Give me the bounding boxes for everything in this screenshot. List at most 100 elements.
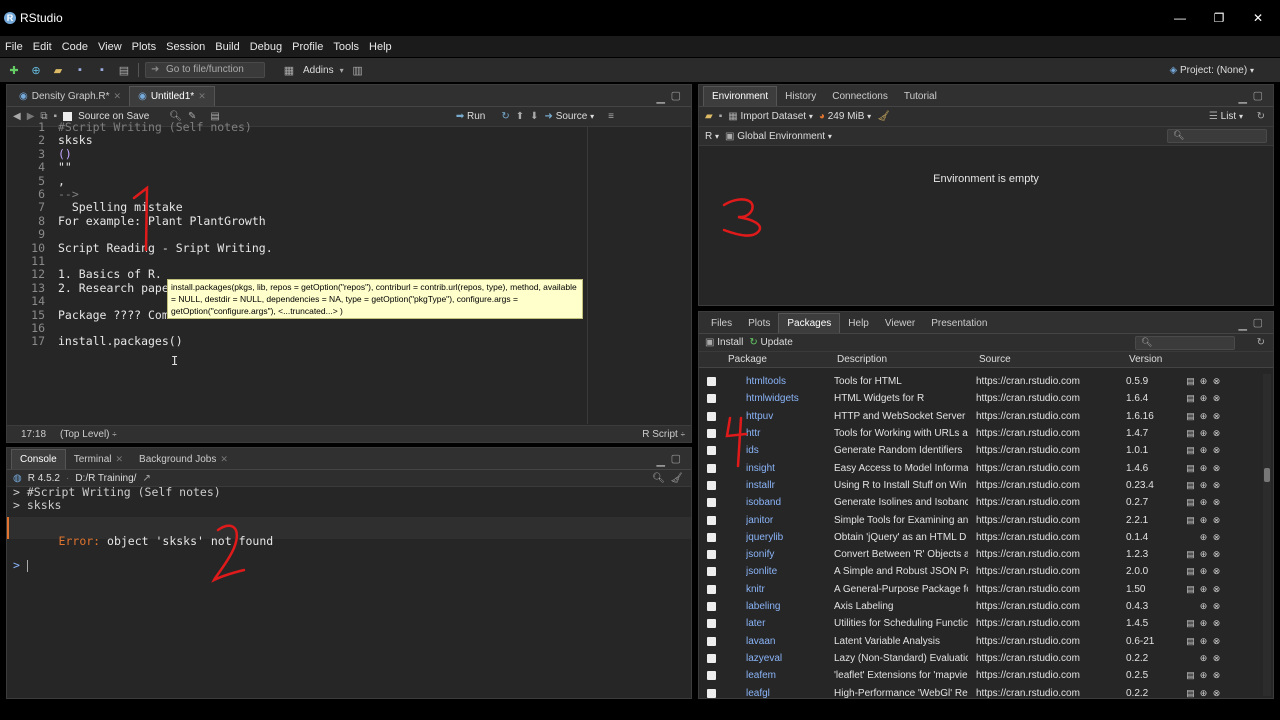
column-header[interactable]: Package bbox=[728, 354, 767, 365]
documentation-icon[interactable]: ▤ bbox=[1184, 497, 1197, 508]
menu-tools[interactable]: Tools bbox=[328, 41, 364, 53]
package-load-checkbox[interactable] bbox=[707, 602, 716, 612]
tab-plots[interactable]: Plots bbox=[740, 313, 778, 333]
maximize-pane-icon[interactable]: ▢ bbox=[671, 89, 681, 102]
tab-terminal[interactable]: Terminal ✕ bbox=[66, 449, 131, 469]
package-load-checkbox[interactable] bbox=[707, 498, 716, 508]
remove-package-icon[interactable]: ⊗ bbox=[1210, 393, 1223, 404]
remove-package-icon[interactable]: ⊗ bbox=[1210, 411, 1223, 422]
documentation-icon[interactable]: ▤ bbox=[1184, 480, 1197, 491]
remove-package-icon[interactable]: ⊗ bbox=[1210, 463, 1223, 474]
new-file-icon[interactable]: ✚ bbox=[6, 63, 22, 77]
maximize-pane-icon[interactable]: ▢ bbox=[1253, 89, 1263, 102]
clear-environment-icon[interactable]: 🧹︎ bbox=[877, 111, 890, 122]
file-type-selector[interactable]: R Script ÷ bbox=[642, 429, 685, 440]
package-name-link[interactable]: lazyeval bbox=[746, 653, 834, 664]
package-load-checkbox[interactable] bbox=[707, 653, 716, 663]
maximize-pane-icon[interactable]: ▢ bbox=[671, 452, 681, 465]
remove-package-icon[interactable]: ⊗ bbox=[1210, 515, 1223, 526]
website-icon[interactable]: ⊕ bbox=[1197, 670, 1210, 681]
menu-file[interactable]: File bbox=[0, 41, 28, 53]
website-icon[interactable]: ⊕ bbox=[1197, 618, 1210, 629]
remove-package-icon[interactable]: ⊗ bbox=[1210, 480, 1223, 491]
new-project-icon[interactable]: ⊕ bbox=[28, 63, 44, 77]
console-output[interactable]: > #Script Writing (Self notes) > sksks E… bbox=[7, 485, 691, 698]
package-load-checkbox[interactable] bbox=[707, 584, 716, 594]
import-dataset-button[interactable]: ▦ Import Dataset ▾ bbox=[728, 111, 813, 122]
tab-help[interactable]: Help bbox=[840, 313, 877, 333]
package-load-checkbox[interactable] bbox=[707, 480, 716, 490]
website-icon[interactable]: ⊕ bbox=[1197, 566, 1210, 577]
website-icon[interactable]: ⊕ bbox=[1197, 497, 1210, 508]
package-load-checkbox[interactable] bbox=[707, 377, 716, 387]
working-directory[interactable]: D:/R Training/ bbox=[75, 473, 136, 484]
remove-package-icon[interactable]: ⊗ bbox=[1210, 549, 1223, 560]
website-icon[interactable]: ⊕ bbox=[1197, 463, 1210, 474]
close-tab-icon[interactable]: ✕ bbox=[198, 91, 206, 102]
go-to-file-input[interactable]: ➜ Go to file/function bbox=[145, 62, 265, 78]
package-name-link[interactable]: insight bbox=[746, 463, 834, 474]
package-name-link[interactable]: installr bbox=[746, 480, 834, 491]
tab-packages[interactable]: Packages bbox=[778, 313, 841, 333]
update-button[interactable]: ↻ Update bbox=[749, 337, 792, 348]
menu-code[interactable]: Code bbox=[57, 41, 93, 53]
tab-connections[interactable]: Connections bbox=[824, 86, 896, 106]
website-icon[interactable]: ⊕ bbox=[1197, 376, 1210, 387]
package-name-link[interactable]: leafgl bbox=[746, 688, 834, 698]
package-name-link[interactable]: leafem bbox=[746, 670, 834, 681]
remove-package-icon[interactable]: ⊗ bbox=[1210, 445, 1223, 456]
package-name-link[interactable]: knitr bbox=[746, 584, 834, 595]
menu-view[interactable]: View bbox=[93, 41, 127, 53]
package-name-link[interactable]: httr bbox=[746, 428, 834, 439]
environment-search-input[interactable]: 🔍︎ bbox=[1167, 129, 1267, 143]
menu-debug[interactable]: Debug bbox=[245, 41, 287, 53]
website-icon[interactable]: ⊕ bbox=[1197, 515, 1210, 526]
website-icon[interactable]: ⊕ bbox=[1197, 601, 1210, 612]
refresh-packages-icon[interactable]: ↻ bbox=[1257, 337, 1265, 348]
documentation-icon[interactable]: ▤ bbox=[1184, 463, 1197, 474]
packages-scrollbar[interactable] bbox=[1263, 374, 1271, 696]
close-tab-icon[interactable]: ✕ bbox=[220, 454, 228, 465]
tab-density-graph[interactable]: ◉ Density Graph.R* ✕ bbox=[11, 86, 129, 106]
load-workspace-icon[interactable]: ▰ bbox=[705, 111, 713, 122]
language-selector[interactable]: R ▾ bbox=[705, 131, 719, 142]
packages-search-input[interactable]: 🔍︎ bbox=[1135, 335, 1235, 350]
package-name-link[interactable]: ids bbox=[746, 445, 834, 456]
documentation-icon[interactable]: ▤ bbox=[1184, 618, 1197, 629]
package-load-checkbox[interactable] bbox=[707, 463, 716, 473]
tab-files[interactable]: Files bbox=[703, 313, 740, 333]
close-tab-icon[interactable]: ✕ bbox=[116, 454, 124, 465]
website-icon[interactable]: ⊕ bbox=[1197, 428, 1210, 439]
remove-package-icon[interactable]: ⊗ bbox=[1210, 618, 1223, 629]
view-mode-selector[interactable]: ☰ List ▾ bbox=[1209, 111, 1243, 122]
tab-tutorial[interactable]: Tutorial bbox=[896, 86, 945, 106]
package-name-link[interactable]: htmltools bbox=[746, 376, 834, 387]
website-icon[interactable]: ⊕ bbox=[1197, 653, 1210, 664]
website-icon[interactable]: ⊕ bbox=[1197, 445, 1210, 456]
documentation-icon[interactable]: ▤ bbox=[1184, 688, 1197, 698]
menu-plots[interactable]: Plots bbox=[127, 41, 161, 53]
remove-package-icon[interactable]: ⊗ bbox=[1210, 601, 1223, 612]
minimize-pane-icon[interactable]: ▁ bbox=[1239, 318, 1247, 331]
menu-profile[interactable]: Profile bbox=[287, 41, 328, 53]
tab-viewer[interactable]: Viewer bbox=[877, 313, 923, 333]
website-icon[interactable]: ⊕ bbox=[1197, 532, 1210, 543]
documentation-icon[interactable]: ▤ bbox=[1184, 566, 1197, 577]
minimize-button[interactable]: — bbox=[1160, 0, 1200, 36]
workspace-panes-icon[interactable]: ▦ bbox=[281, 63, 297, 77]
go-to-directory-icon[interactable]: ↗ bbox=[142, 473, 150, 484]
install-button[interactable]: ▣ Install bbox=[705, 337, 743, 348]
website-icon[interactable]: ⊕ bbox=[1197, 393, 1210, 404]
package-load-checkbox[interactable] bbox=[707, 688, 716, 698]
documentation-icon[interactable]: ▤ bbox=[1184, 393, 1197, 404]
remove-package-icon[interactable]: ⊗ bbox=[1210, 670, 1223, 681]
documentation-icon[interactable]: ▤ bbox=[1184, 376, 1197, 387]
console-prompt[interactable]: > bbox=[13, 558, 28, 572]
print-icon[interactable]: ▤ bbox=[116, 63, 132, 77]
maximize-pane-icon[interactable]: ▢ bbox=[1253, 316, 1263, 329]
package-name-link[interactable]: jsonlite bbox=[746, 566, 834, 577]
console-search-icon[interactable]: 🔍︎ bbox=[652, 473, 665, 484]
save-all-icon[interactable]: ▪ bbox=[94, 63, 110, 77]
outline-icon[interactable]: ≡ bbox=[608, 111, 614, 122]
tab-presentation[interactable]: Presentation bbox=[923, 313, 995, 333]
